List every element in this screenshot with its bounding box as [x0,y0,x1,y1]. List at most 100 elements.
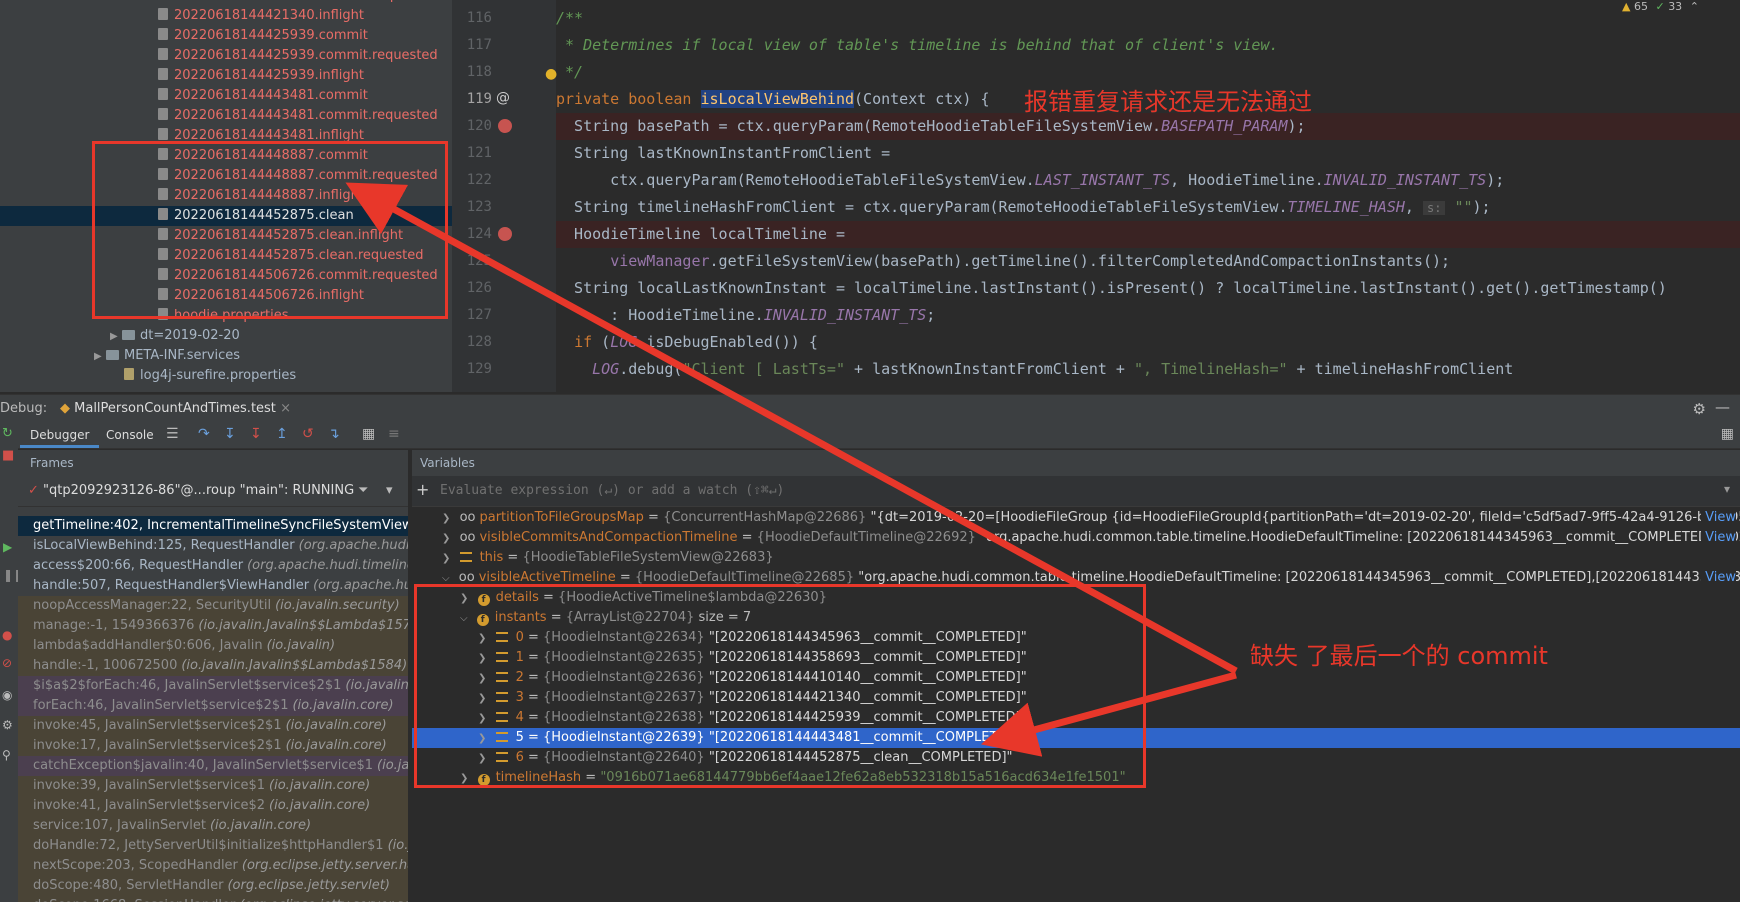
code-line-123[interactable]: String timelineHashFromClient = ctx.quer… [556,194,1740,221]
evaluate-input[interactable]: Evaluate expression (↵) or add a watch (… [440,476,784,506]
line-number: 121 [466,145,492,161]
minimize-icon[interactable]: — [1715,398,1730,416]
stack-frame[interactable]: doHandle:72, JettyServerUtil$initialize$… [18,836,408,856]
bulb-icon[interactable]: ● [545,66,557,82]
breakpoint-icon[interactable] [498,227,512,241]
breakpoint-icon[interactable] [498,119,512,133]
tree-file-row[interactable]: 20220618144425939.commit [0,26,452,46]
run-config-tab[interactable]: ◆ MallPersonCountAndTimes.test × [60,395,291,423]
step-into-icon[interactable]: ↧ [224,426,236,442]
debug-label: Debug: [0,401,48,416]
run-to-cursor-icon[interactable]: ↴ [328,426,340,442]
rerun-icon[interactable]: ↻ [2,426,13,441]
watch-glasses-icon: oo [458,570,475,585]
resume-icon[interactable]: ▶ [3,540,12,554]
stop-icon[interactable]: ■ [2,448,14,463]
tree-file-log4j[interactable]: log4j-surefire.properties [124,366,452,386]
mute-breakpoints-icon[interactable]: ⊘ [2,656,12,670]
camera-icon[interactable]: ◉ [2,688,12,702]
stack-frame[interactable]: access$200:66, RequestHandler (org.apache… [18,556,408,576]
var-partition[interactable]: ❯ oo partitionToFileGroupsMap = {Concurre… [412,508,1740,528]
step-out-icon[interactable]: ↥ [276,426,288,442]
stack-frame[interactable]: manage:-1, 1549366376 (io.javalin.Javalin… [18,616,408,636]
line-number: 128 [466,334,492,350]
thread-selector[interactable]: ✓ "qtp2092923126-86"@...roup "main": RUN… [18,476,408,507]
list-icon [459,552,472,562]
filter-icon[interactable]: ⏷ [358,476,368,506]
stack-frame[interactable]: catchException$javalin:40, JavalinServle… [18,756,408,776]
var-this[interactable]: ❯ this = {HoodieTableFileSystemView@2268… [412,548,1740,568]
stack-frame[interactable]: noopAccessManager:22, SecurityUtil (io.ja… [18,596,408,616]
line-number: 125 [466,253,492,269]
tree-file-row[interactable]: 20220618144443481.commit.requested [0,106,452,126]
step-over-icon[interactable]: ↷ [198,426,210,442]
view-link[interactable]: View [1701,568,1736,588]
chevron-down-icon[interactable]: ▾ [1724,482,1730,496]
file-icon [158,128,168,140]
view-link[interactable]: View [1701,508,1736,528]
stack-frame[interactable]: invoke:45, JavalinServlet$service$2$1 (io… [18,716,408,736]
stack-frame[interactable]: invoke:41, JavalinServlet$service$2 (io.j… [18,796,408,816]
code-line-128[interactable]: if (LOG.isDebugEnabled()) { [556,329,1740,356]
code-line-129[interactable]: LOG.debug("Client [ LastTs=" + lastKnown… [556,356,1740,383]
tree-folder-meta-inf[interactable]: ▶ META-INF.services [94,346,452,366]
evaluate-icon[interactable]: ▦ [362,426,375,442]
line-number: 120 [466,118,492,134]
var-text: visibleCommitsAndCompactionTimeline [479,530,738,545]
pin-icon[interactable]: ⚲ [2,748,11,762]
drop-frame-icon[interactable]: ↺ [302,426,314,442]
tab-debugger[interactable]: Debugger [20,422,100,448]
line-number: 117 [466,37,492,53]
add-watch-icon[interactable]: + [416,480,429,499]
settings-icon[interactable]: ⚙ [2,718,13,732]
trace-icon[interactable]: ≡ [388,426,400,442]
code-line-125[interactable]: viewManager.getFileSystemView(basePath).… [556,248,1740,275]
layout-settings-icon[interactable]: ▦ [1721,426,1734,442]
stack-frame[interactable]: doScope:1668, SessionHandler(org.eclipse… [18,896,408,902]
view-link[interactable]: View [1701,528,1736,548]
var-visible-commits[interactable]: ❯ oo visibleCommitsAndCompactionTimeline … [412,528,1740,548]
stack-frame[interactable]: doScope:480, ServletHandler (org.eclipse.… [18,876,408,896]
gear-icon[interactable]: ⚙ [1693,400,1706,418]
layout-icon[interactable]: ☰ [166,426,179,442]
chevron-down-icon: ⌵ [442,573,453,584]
code-line-120[interactable]: String basePath = ctx.queryParam(RemoteH… [556,113,1740,140]
tree-file-row[interactable]: 20220618144425939.inflight [0,66,452,86]
stack-frame[interactable]: service:107, JavalinServlet (io.javalin.c… [18,816,408,836]
stack-frame[interactable]: $i$a$2$forEach:46, JavalinServlet$servic… [18,676,408,696]
file-icon [158,88,168,100]
chevron-right-icon: ❯ [442,513,454,524]
chevron-right-icon: ❯ [442,533,454,544]
tree-folder-dt[interactable]: ▶ dt=2019-02-20 [110,326,452,346]
tree-file-row[interactable]: 20220618144443481.commit [0,86,452,106]
file-icon [158,68,168,80]
stack-frame[interactable]: handle:507, RequestHandler$ViewHandler (o… [18,576,408,596]
code-line-124[interactable]: HoodieTimeline localTimeline = [556,221,1740,248]
stack-frame[interactable]: getTimeline:402, IncrementalTimelineSync… [18,516,408,536]
tree-file-row[interactable]: 20220618144425939.commit.requested [0,46,452,66]
code-line-116[interactable]: /** [556,5,1740,32]
override-icon[interactable]: @ [496,90,510,106]
tree-file-row[interactable]: 20220618144421340.inflight [0,6,452,26]
stack-frame[interactable]: invoke:17, JavalinServlet$service$2$1 (io… [18,736,408,756]
stack-frame[interactable]: nextScope:203, ScopedHandler (org.eclipse… [18,856,408,876]
stack-frame[interactable]: forEach:46, JavalinServlet$service$2$1 (i… [18,696,408,716]
code-line-121[interactable]: String lastKnownInstantFromClient = [556,140,1740,167]
annotation-missing-commit: 缺失 了最后一个的 commit [1250,642,1548,670]
code-line-117[interactable]: * Determines if local view of table's ti… [556,32,1740,59]
stack-frame[interactable]: lambda$addHandler$0:606, Javalin (io.java… [18,636,408,656]
force-step-into-icon[interactable]: ↧ [250,426,262,442]
annotation-box-instants [414,584,1146,788]
var-text: "org.apache.hudi.common.table.timeline.H… [858,570,1740,585]
close-icon[interactable]: × [280,401,291,416]
code-line-126[interactable]: String localLastKnownInstant = localTime… [556,275,1740,302]
tab-console[interactable]: Console [96,422,164,448]
stack-frame[interactable]: handle:-1, 100672500 (io.javalin.Javalin$… [18,656,408,676]
stack-frame[interactable]: invoke:39, JavalinServlet$service$1 (io.j… [18,776,408,796]
view-breakpoints-icon[interactable]: ● [2,628,12,642]
chevron-down-icon[interactable]: ▾ [386,476,393,506]
annotation-box-files [92,141,448,319]
stack-frame[interactable]: isLocalViewBehind:125, RequestHandler (or… [18,536,408,556]
code-line-122[interactable]: ctx.queryParam(RemoteHoodieTableFileSyst… [556,167,1740,194]
code-line-127[interactable]: : HoodieTimeline.INVALID_INSTANT_TS; [556,302,1740,329]
